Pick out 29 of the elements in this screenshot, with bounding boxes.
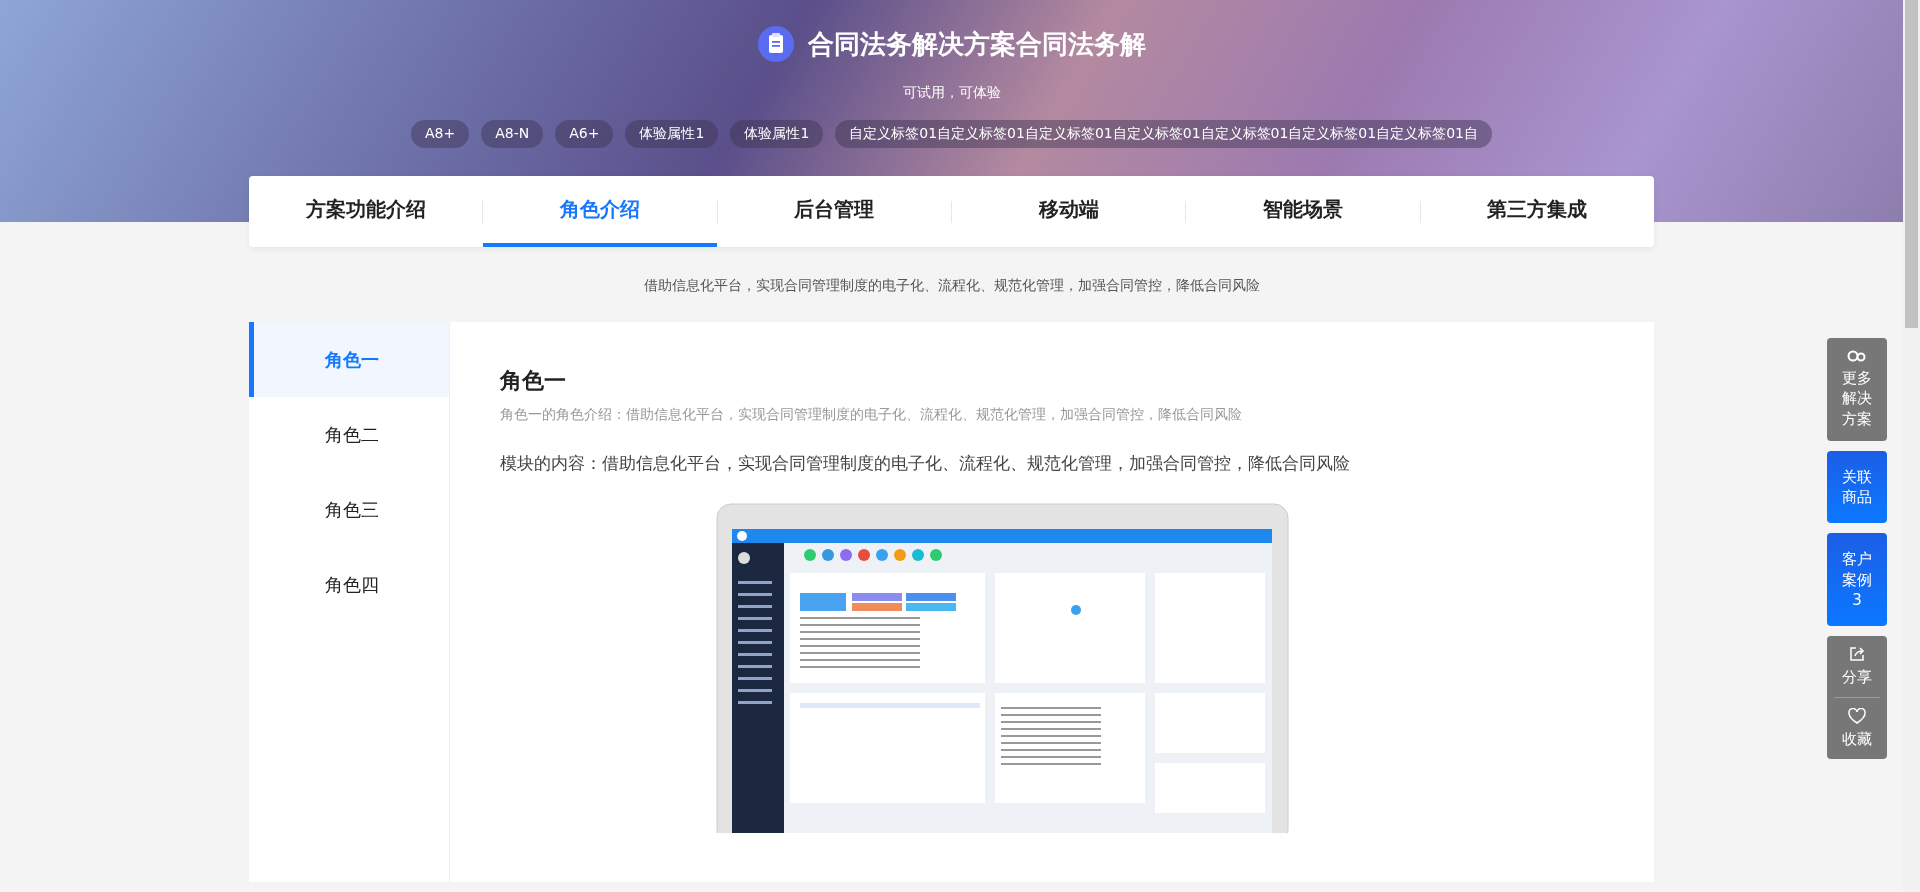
role-item[interactable]: 角色一 [249, 322, 449, 397]
section-intro: 借助信息化平台，实现合同管理制度的电子化、流程化、规范化管理，加强合同管控，降低合同风险 [642, 277, 1261, 295]
tab[interactable]: 后台管理 [717, 176, 951, 247]
infinity-icon [1847, 350, 1867, 362]
tag: A8-N [481, 120, 544, 148]
tab[interactable]: 智能场景 [1186, 176, 1420, 247]
module-content: 模块的内容：借助信息化平台，实现合同管理制度的电子化、流程化、规范化管理，加强合同管控，降低合同风险 [500, 452, 1351, 475]
tab[interactable]: 第三方集成 [1420, 176, 1654, 247]
clipboard-icon [757, 26, 794, 62]
role-heading: 角色一 [500, 367, 567, 395]
tab[interactable]: 移动端 [952, 176, 1186, 247]
heart-icon [1848, 708, 1866, 724]
tag: 自定义标签01自定义标签01自定义标签01自定义标签01自定义标签01自定义标签01自定义标签01自 [835, 120, 1492, 148]
tag: A6+ [555, 120, 614, 148]
share-button[interactable]: 分享 [1827, 636, 1887, 697]
banner-subtitle: 可试用，可体验 [902, 84, 1001, 102]
side-action-button[interactable]: 关联商品 [1827, 450, 1887, 524]
tab[interactable]: 角色介绍 [483, 176, 717, 247]
share-icon [1849, 646, 1865, 662]
solution-title: 合同法务解决方案合同法务解 [807, 27, 1146, 61]
tag: A8+ [411, 120, 470, 148]
favorite-button[interactable]: 收藏 [1827, 698, 1887, 759]
scrollbar-thumb[interactable] [1905, 0, 1918, 328]
tag: 体验属性1 [730, 120, 824, 148]
more-solutions-button[interactable]: 更多解决方案 [1827, 338, 1887, 441]
role-description: 角色一的角色介绍：借助信息化平台，实现合同管理制度的电子化、流程化、规范化管理，加强合同管控，降低合同风险 [500, 406, 1243, 424]
tab[interactable]: 方案功能介绍 [249, 176, 483, 247]
side-action-button[interactable]: 客户案例 3 [1827, 533, 1887, 626]
tag: 体验属性1 [625, 120, 719, 148]
